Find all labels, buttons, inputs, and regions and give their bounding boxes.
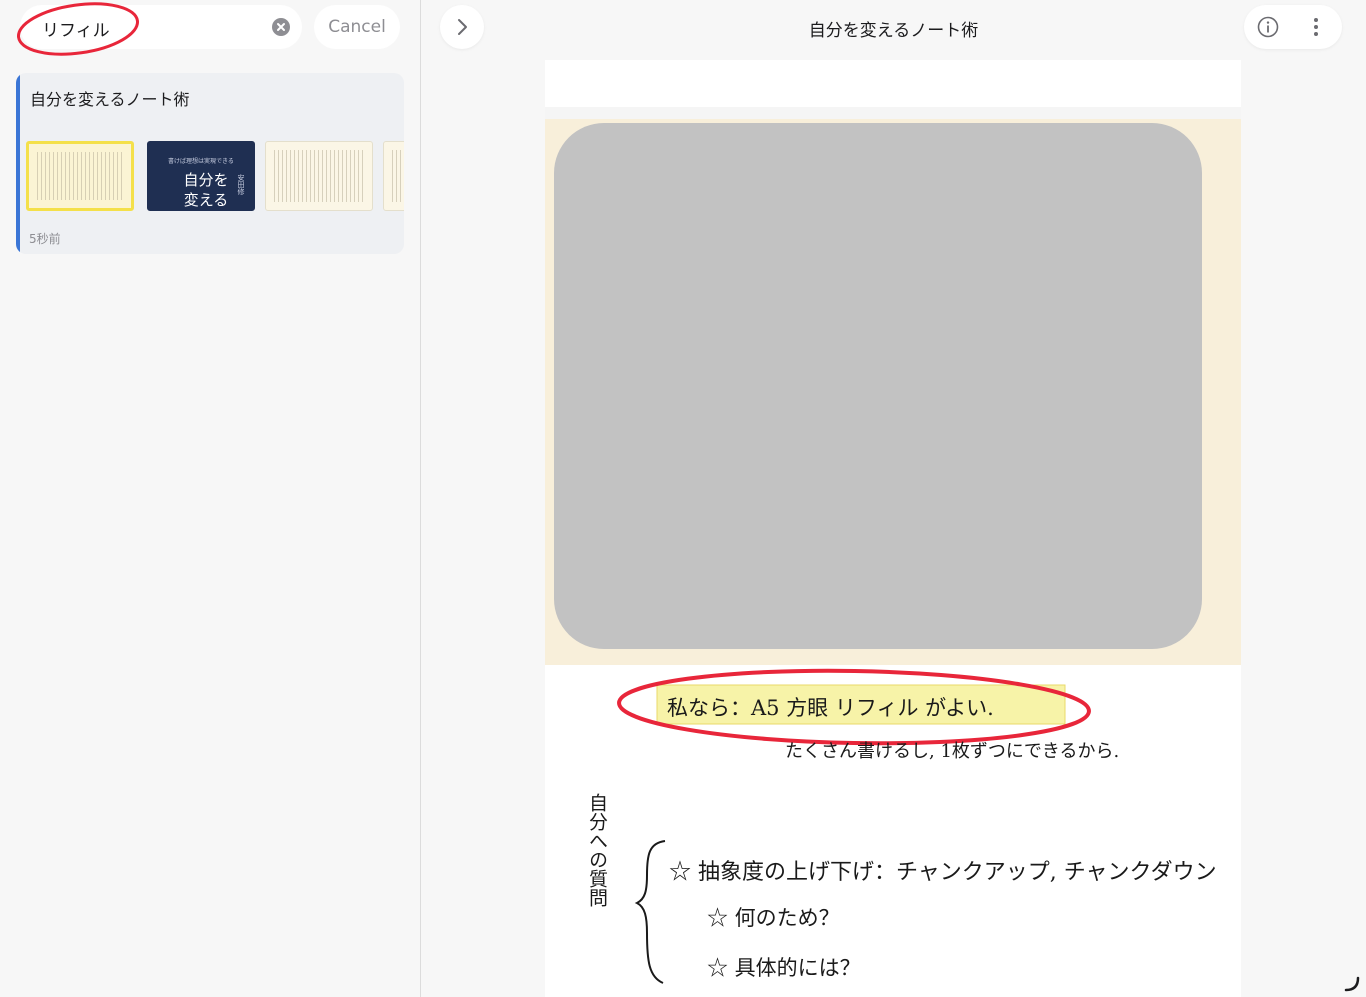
sidebar: リフィル Cancel 自分を変えるノート術 書けば理想は実現できる 自分を 変… [0, 0, 421, 997]
bracket-icon [634, 840, 666, 984]
cover-title-line1: 自分を [183, 171, 229, 189]
note-line-2: たくさん書けるし, 1枚ずつにできるから. [785, 741, 1119, 762]
page-thumbnail[interactable] [383, 141, 404, 211]
page-thumbnails: 書けば理想は実現できる 自分を 変える 安田修 [26, 139, 404, 213]
page-thumbnail-cover[interactable]: 書けば理想は実現できる 自分を 変える 安田修 [147, 141, 255, 211]
toolbar-right [1244, 5, 1342, 49]
result-accent-bar [16, 73, 20, 254]
page-title: 自分を変えるノート術 [808, 21, 979, 41]
clear-search-icon[interactable] [272, 18, 290, 36]
cover-title: 自分を 変える [176, 170, 236, 210]
cover-author: 安田修 [237, 174, 245, 195]
page-thumbnail[interactable] [265, 141, 373, 211]
handwritten-notes: 私なら：A5 方眼 リフィル がよい. たくさん書けるし, 1枚ずつにできるから… [586, 668, 1217, 984]
cover-title-line2: 変える [183, 191, 229, 209]
result-title: 自分を変えるノート術 [30, 90, 190, 109]
result-timestamp: 5秒前 [29, 232, 61, 246]
side-label: 自分への質問 [586, 793, 608, 907]
more-options-icon[interactable] [1312, 16, 1320, 42]
cancel-button[interactable]: Cancel [314, 5, 400, 49]
cover-top-text: 書けば理想は実現できる [168, 158, 234, 165]
search-field[interactable]: リフィル [20, 5, 302, 49]
photo-area [545, 119, 1241, 665]
main-panel: 自分を変えるノート術 私なら：A5 方眼 リフィル がよい. たくさん書けるし,… [421, 0, 1366, 997]
redacted-photo [554, 123, 1202, 649]
highlight-text: 私なら：A5 方眼 リフィル がよい. [667, 696, 994, 720]
resize-handle-icon[interactable] [1340, 972, 1362, 994]
question-2: ☆ 何のため？ [707, 906, 840, 930]
info-icon[interactable] [1257, 16, 1279, 42]
page-divider [545, 107, 1241, 119]
page-thumbnail-selected[interactable] [26, 141, 134, 211]
question-3: ☆ 具体的には？ [707, 956, 861, 980]
note-page: 私なら：A5 方眼 リフィル がよい. たくさん書けるし, 1枚ずつにできるから… [545, 60, 1241, 997]
question-1: ☆ 抽象度の上げ下げ：チャンクアップ, チャンクダウン [669, 860, 1217, 885]
search-input[interactable]: リフィル [42, 16, 110, 41]
search-result-card[interactable]: 自分を変えるノート術 書けば理想は実現できる 自分を 変える 安田修 5秒前 [16, 73, 404, 254]
